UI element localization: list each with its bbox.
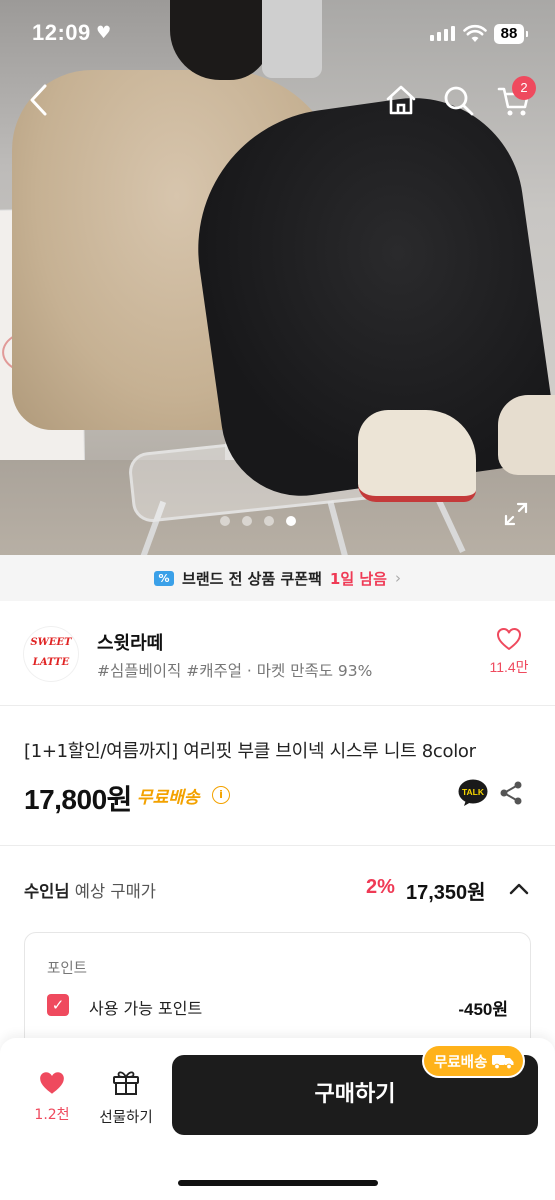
point-checkbox[interactable]: ✓ [47, 994, 69, 1016]
heart-outline-icon [497, 628, 521, 650]
coupon-remaining: 1일 남음 [329, 569, 387, 588]
brand-like-button[interactable]: 11.4만 [484, 627, 534, 677]
coupon-banner[interactable]: % 브랜드 전 상품 쿠폰팩 1일 남음 › [0, 555, 555, 601]
product-title: [1+1할인/여름까지] 여리핏 부클 브이넥 시스루 니트 8color [24, 741, 476, 762]
brand-row[interactable]: SWEET LATTE 스윗라떼 #심플베이직 #캐주얼 · 마켓 만족도 93… [0, 601, 555, 705]
carousel-dot[interactable] [242, 516, 252, 526]
wishlist-count: 1.2천 [34, 1107, 70, 1123]
image-shoe [498, 395, 555, 475]
free-shipping-label: 무료배송 [137, 788, 200, 808]
expected-price-label: 수인님 예상 구매가 [24, 878, 156, 902]
bottom-action-bar: 1.2천 선물하기 구매하기 무료배송 [0, 1038, 555, 1200]
search-icon[interactable] [438, 80, 478, 120]
carousel-dot-active[interactable] [286, 516, 296, 526]
carousel-dot[interactable] [264, 516, 274, 526]
home-icon[interactable] [381, 80, 421, 120]
cart-count-badge: 2 [512, 76, 536, 100]
brand-name[interactable]: 스윗라떼 [97, 629, 163, 655]
point-header: 포인트 [47, 961, 88, 977]
expected-price-caption: 예상 구매가 [74, 882, 156, 901]
coupon-text: 브랜드 전 상품 쿠폰팩 [182, 569, 322, 588]
free-shipping-badge-label: 무료배송 [434, 1054, 488, 1071]
back-icon[interactable] [20, 80, 60, 120]
user-name: 수인님 [24, 882, 70, 901]
divider [0, 705, 555, 706]
share-icon[interactable] [498, 780, 524, 806]
expected-price: 17,350원 [406, 882, 486, 904]
brand-logo[interactable]: SWEET LATTE [24, 627, 78, 681]
status-bar: 12:09 ♥ 88 [0, 0, 555, 70]
info-icon[interactable]: i [212, 786, 230, 804]
brand-logo-text: SWEET [30, 637, 72, 648]
product-price: 17,800원 [24, 784, 132, 815]
heart-filled-icon [40, 1072, 64, 1094]
discount-rate: 2% [366, 876, 395, 898]
gift-label: 선물하기 [99, 1110, 153, 1126]
image-shoe [358, 410, 476, 502]
kakao-talk-icon[interactable]: TALK [458, 779, 488, 807]
svg-text:TALK: TALK [462, 787, 485, 797]
point-label: 사용 가능 포인트 [89, 999, 203, 1018]
status-time: 12:09 [32, 20, 91, 45]
carousel-dot[interactable] [220, 516, 230, 526]
brand-tags: #심플베이직 #캐주얼 · 마켓 만족도 93% [97, 662, 373, 680]
home-indicator[interactable] [178, 1180, 378, 1186]
brand-like-count: 11.4만 [489, 659, 529, 675]
expand-icon[interactable] [502, 500, 530, 528]
wishlist-button[interactable]: 1.2천 [26, 1070, 78, 1124]
battery-icon: 88 [494, 24, 528, 44]
chevron-up-icon[interactable] [508, 880, 530, 896]
free-shipping-badge: 무료배송 [424, 1046, 524, 1076]
carousel-indicator [220, 516, 296, 526]
heart-icon: ♥ [96, 23, 112, 43]
truck-icon [492, 1055, 514, 1070]
signal-icon [430, 26, 455, 41]
gift-button[interactable]: 선물하기 [94, 1068, 158, 1127]
wifi-icon [463, 24, 487, 42]
chevron-right-icon: › [394, 569, 401, 587]
point-value: -450원 [458, 1000, 508, 1019]
coupon-icon: % [154, 570, 175, 586]
brand-logo-text: LATTE [32, 657, 70, 668]
gift-icon [113, 1071, 139, 1095]
divider [0, 845, 555, 846]
